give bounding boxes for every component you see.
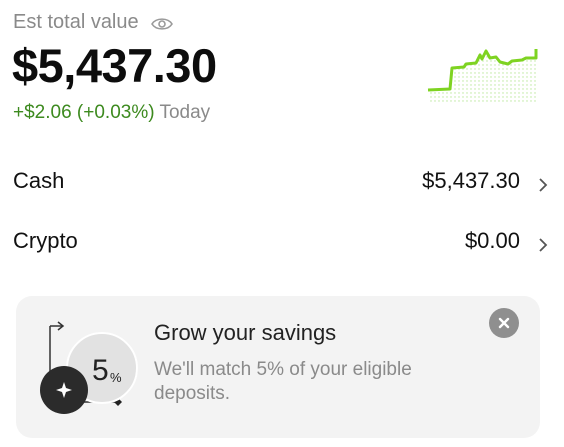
account-row-cash[interactable]: Cash $5,437.30: [13, 166, 548, 196]
eye-icon[interactable]: [150, 15, 173, 31]
account-value: $5,437.30: [422, 168, 520, 193]
est-total-value-label: Est total value: [13, 11, 139, 33]
est-total-value-header: Est total value: [13, 11, 173, 34]
savings-match-illustration: 5 %: [40, 321, 138, 414]
daily-change: +$2.06 (+0.03%) Today: [13, 102, 210, 124]
promo-text: We'll match 5% of your eligible deposits…: [154, 359, 412, 404]
close-button[interactable]: [489, 308, 519, 338]
promo-badge-number: 5: [92, 354, 109, 387]
change-period: Today: [159, 102, 211, 123]
chevron-right-icon: [538, 173, 548, 192]
account-label: Crypto: [13, 228, 78, 253]
account-label: Cash: [13, 168, 65, 193]
grow-savings-card[interactable]: 5 % Grow your savings We'll match 5% of …: [16, 296, 540, 438]
total-value: $5,437.30: [12, 39, 217, 92]
promo-title: Grow your savings: [154, 320, 337, 345]
account-value: $0.00: [464, 228, 520, 253]
change-amount: +$2.06 (+0.03%): [13, 102, 155, 123]
value-sparkline[interactable]: [426, 40, 538, 106]
promo-badge-unit: %: [110, 370, 122, 385]
account-row-crypto[interactable]: Crypto $0.00: [13, 226, 548, 256]
chevron-right-icon: [538, 233, 548, 252]
close-icon: [498, 317, 510, 329]
